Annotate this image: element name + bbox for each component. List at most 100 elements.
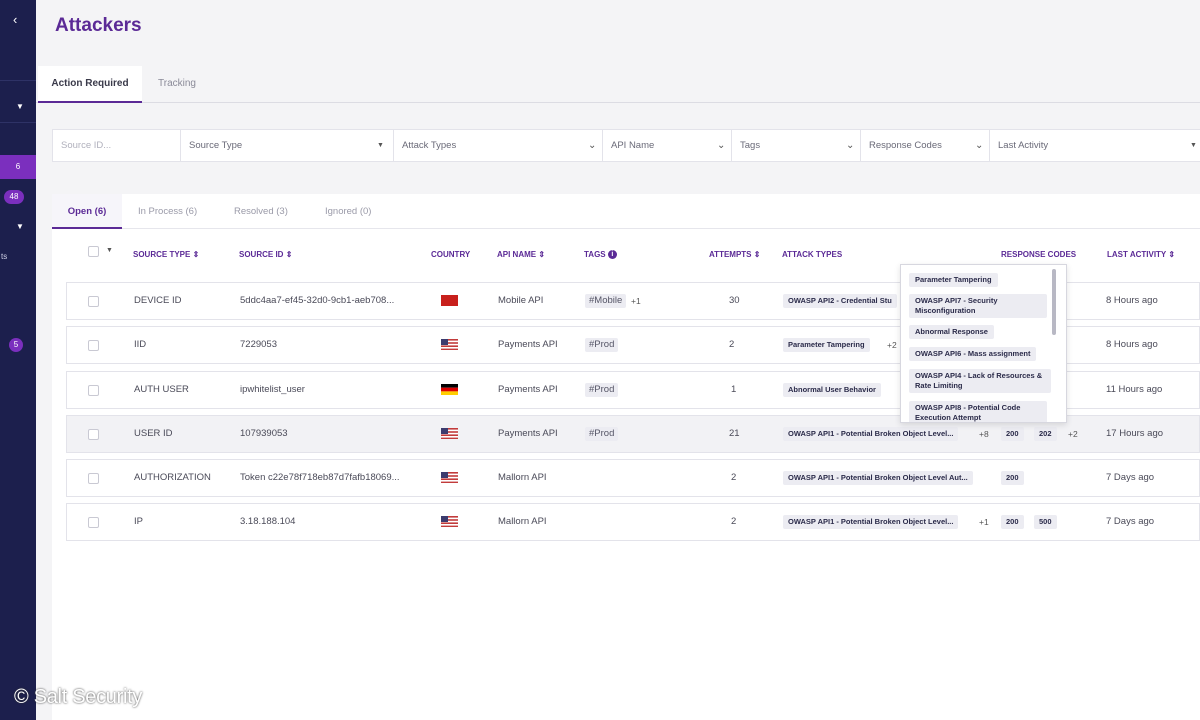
tab-open[interactable]: Open (6) (52, 194, 122, 229)
last-activity-cell: 17 Hours ago (1106, 428, 1164, 439)
column-label: TAGS (584, 250, 606, 259)
source-type-cell: USER ID (134, 428, 173, 439)
popover-attack-chip[interactable]: Abnormal Response (909, 325, 994, 339)
row-checkbox[interactable] (88, 517, 99, 528)
source-id-cell[interactable]: 7229053 (240, 327, 415, 363)
tab-resolved[interactable]: Resolved (3) (234, 194, 288, 227)
popover-attack-chip[interactable]: OWASP API6 - Mass assignment (909, 347, 1037, 361)
row-checkbox[interactable] (88, 296, 99, 307)
attack-type-chip[interactable]: Parameter Tampering (783, 338, 870, 352)
popover-scrollbar[interactable] (1052, 269, 1056, 335)
attack-type-chip[interactable]: OWASP API1 - Potential Broken Object Lev… (783, 427, 959, 441)
attempts-cell: 21 (729, 428, 740, 439)
source-id-cell[interactable]: Token c22e78f718eb87d7fafb18069... (240, 460, 415, 496)
last-activity-cell: 7 Days ago (1106, 516, 1155, 527)
sidebar-badge-active[interactable]: 6 (0, 155, 36, 179)
chevron-left-icon[interactable]: ‹ (13, 12, 17, 27)
caret-down-icon[interactable]: ▼ (106, 247, 113, 254)
column-header-source-type[interactable]: SOURCE TYPE ⇕ (133, 250, 199, 259)
info-icon[interactable]: i (607, 250, 617, 260)
select-all-checkbox[interactable] (88, 246, 99, 257)
source-id-cell[interactable]: 107939053 (240, 416, 415, 452)
attack-types-popover[interactable]: Parameter Tampering OWASP API7 - Securit… (900, 264, 1067, 423)
sidebar-item-label[interactable]: ts (1, 252, 7, 261)
row-checkbox[interactable] (88, 385, 99, 396)
api-name-cell[interactable]: Mallorn API (498, 460, 547, 496)
source-id-cell[interactable]: ipwhitelist_user (240, 372, 415, 408)
table-row[interactable]: AUTHORIZATION Token c22e78f718eb87d7fafb… (66, 459, 1200, 497)
source-type-cell: AUTH USER (134, 384, 189, 395)
tab-in-process[interactable]: In Process (6) (138, 194, 197, 227)
sidebar-badge[interactable]: 48 (4, 190, 24, 204)
row-checkbox[interactable] (88, 473, 99, 484)
column-label: LAST ACTIVITY (1107, 250, 1167, 259)
tab-action-required[interactable]: Action Required (38, 66, 142, 103)
attack-types-select[interactable]: Attack Types ⌄ (394, 130, 603, 161)
column-header-api-name[interactable]: API NAME ⇕ (497, 250, 545, 259)
popover-attack-chip[interactable]: OWASP API7 - Security Misconfiguration (909, 294, 1047, 318)
attack-type-chip[interactable]: OWASP API2 - Credential Stu (783, 294, 897, 308)
api-name-cell[interactable]: Mobile API (498, 283, 543, 319)
chevron-down-icon: ⌄ (717, 140, 726, 151)
tag-chip[interactable]: #Mobile (585, 294, 627, 308)
tag-more[interactable]: +1 (631, 283, 641, 319)
codes-more[interactable]: +2 (1068, 416, 1078, 452)
china-flag-icon (441, 295, 458, 306)
tag-chip[interactable]: #Prod (585, 427, 619, 441)
source-type-label: Source Type (189, 140, 243, 151)
attack-type-chip[interactable]: OWASP API1 - Potential Broken Object Lev… (783, 515, 959, 529)
response-code-chip[interactable]: 200 (1001, 427, 1024, 441)
last-activity-cell: 8 Hours ago (1106, 295, 1158, 306)
us-flag-icon (441, 428, 458, 439)
us-flag-icon (441, 516, 458, 527)
popover-attack-chip[interactable]: OWASP API4 - Lack of Resources & Rate Li… (909, 369, 1051, 393)
germany-flag-icon (441, 384, 458, 395)
last-activity-select[interactable]: Last Activity ▼ (990, 130, 1200, 161)
tag-chip[interactable]: #Prod (585, 338, 619, 352)
tab-tracking[interactable]: Tracking (158, 66, 196, 101)
api-name-cell[interactable]: Payments API (498, 416, 558, 452)
api-name-cell[interactable]: Payments API (498, 372, 558, 408)
last-activity-cell: 7 Days ago (1106, 472, 1155, 483)
response-code-chip[interactable]: 500 (1034, 515, 1057, 529)
last-activity-label: Last Activity (998, 140, 1049, 151)
column-label: SOURCE ID (239, 250, 284, 259)
api-name-select[interactable]: API Name ⌄ (603, 130, 732, 161)
chevron-down-icon[interactable]: ▼ (16, 102, 24, 111)
api-name-cell[interactable]: Payments API (498, 327, 558, 363)
row-checkbox[interactable] (88, 340, 99, 351)
tag-chip[interactable]: #Prod (585, 383, 619, 397)
last-activity-cell: 11 Hours ago (1106, 384, 1163, 395)
attack-more[interactable]: +1 (979, 504, 989, 540)
row-checkbox[interactable] (88, 429, 99, 440)
column-header-attempts[interactable]: ATTEMPTS ⇕ (709, 250, 760, 259)
attempts-cell: 1 (731, 384, 737, 395)
source-type-select[interactable]: Source Type ▼ (181, 130, 394, 161)
column-header-source-id[interactable]: SOURCE ID ⇕ (239, 250, 292, 259)
column-label: ATTEMPTS (709, 250, 752, 259)
popover-attack-chip[interactable]: Parameter Tampering (909, 273, 998, 287)
source-id-cell[interactable]: 3.18.188.104 (240, 504, 415, 540)
response-code-chip[interactable]: 200 (1001, 515, 1024, 529)
popover-attack-chip[interactable]: OWASP API8 - Potential Code Execution At… (909, 401, 1047, 422)
attack-type-chip[interactable]: OWASP API1 - Potential Broken Object Lev… (783, 471, 973, 485)
status-tabs: Open (6) In Process (6) Resolved (3) Ign… (52, 194, 1200, 229)
response-code-chip[interactable]: 202 (1034, 427, 1057, 441)
chevron-down-icon: ⌄ (588, 140, 597, 151)
api-name-cell[interactable]: Mallorn API (498, 504, 547, 540)
column-header-last-activity[interactable]: LAST ACTIVITY ⇕ (1107, 250, 1175, 259)
sidebar-divider (0, 122, 36, 123)
attack-type-chip[interactable]: Abnormal User Behavior (783, 383, 881, 397)
table-row[interactable]: IP 3.18.188.104 Mallorn API 2 OWASP API1… (66, 503, 1200, 541)
sidebar-badge[interactable]: 5 (9, 338, 23, 352)
tab-ignored[interactable]: Ignored (0) (325, 194, 371, 227)
source-id-input[interactable]: Source ID... (53, 130, 181, 161)
attack-more[interactable]: +2 (887, 327, 897, 363)
us-flag-icon (441, 339, 458, 350)
chevron-down-icon[interactable]: ▼ (16, 222, 24, 231)
source-id-cell[interactable]: 5ddc4aa7-ef45-32d0-9cb1-aeb708... (240, 283, 415, 319)
response-code-chip[interactable]: 200 (1001, 471, 1024, 485)
tags-select[interactable]: Tags ⌄ (732, 130, 861, 161)
response-codes-select[interactable]: Response Codes ⌄ (861, 130, 990, 161)
chevron-down-icon: ⌄ (975, 140, 984, 151)
